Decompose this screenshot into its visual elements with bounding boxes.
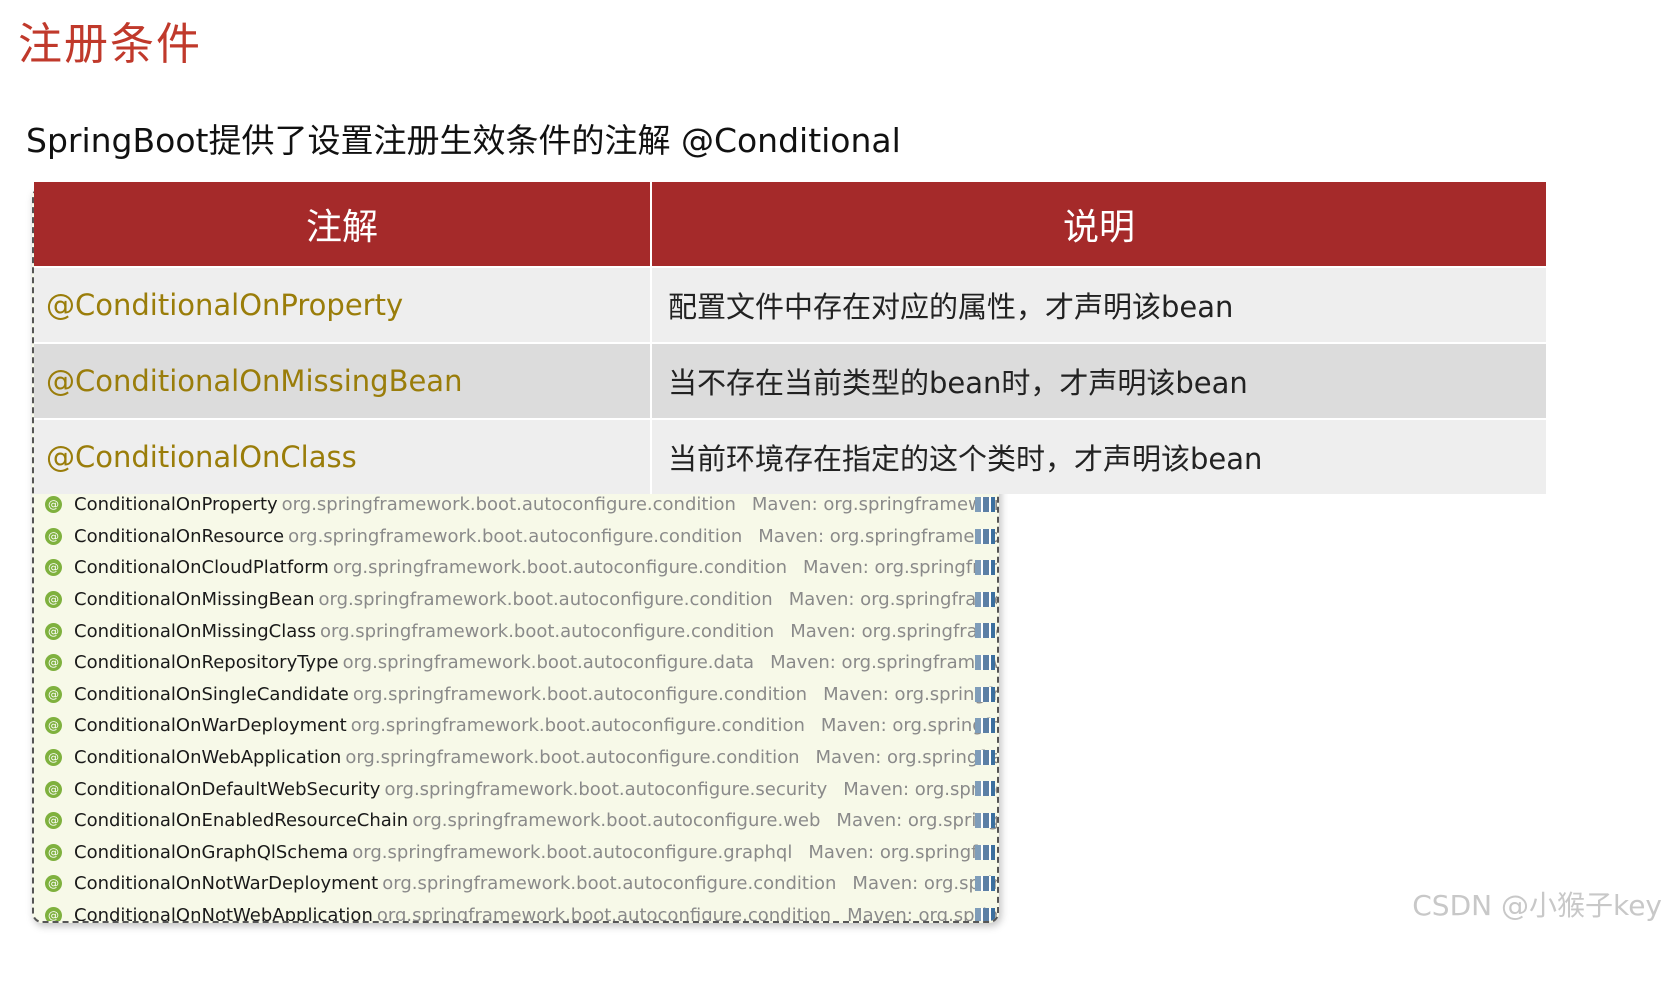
list-item[interactable]: @ ConditionalOnCloudPlatform org.springfra… — [34, 552, 997, 584]
suggestion-name: ConditionalOnNotWarDeployment — [74, 873, 379, 895]
suggestion-name: ConditionalOnGraphQlSchema — [74, 841, 349, 863]
suggestion-name: ConditionalOnCloudPlatform — [74, 557, 329, 579]
subtitle: SpringBoot提供了设置注册生效条件的注解 @Conditional — [26, 121, 901, 160]
annotation-icon: @ — [45, 527, 62, 545]
annotation-cell: @ConditionalOnMissingBean — [34, 344, 652, 418]
suggestion-name: ConditionalOnNotWebApplication — [74, 905, 373, 923]
list-item[interactable]: @ ConditionalOnNotWebApplication org.sprin… — [34, 900, 997, 923]
list-item[interactable]: @ ConditionalOnRepositoryType org.springfr… — [34, 647, 997, 679]
annotation-icon: @ — [45, 496, 62, 514]
suggestion-package: org.springframework.boot.autoconfigure.c… — [332, 557, 788, 579]
library-icon — [975, 591, 995, 607]
suggestion-library: Maven: org.springframewor... — [758, 525, 999, 547]
suggestion-package: org.springframework.boot.autoconfigure.c… — [318, 589, 773, 611]
autocomplete-list: @ ConditionalOnProperty org.springframewor… — [34, 489, 999, 923]
suggestion-name: ConditionalOnMissingClass — [74, 620, 316, 642]
suggestion-package: org.springframework.boot.autoconfigure.c… — [345, 747, 800, 769]
suggestion-name: ConditionalOnWebApplication — [74, 747, 342, 769]
suggestion-name: ConditionalOnWarDeployment — [74, 715, 347, 737]
library-icon — [975, 528, 995, 544]
description-cell: 当不存在当前类型的bean时，才声明该bean — [668, 366, 1248, 400]
annotation-icon: @ — [45, 717, 62, 735]
library-icon — [975, 781, 995, 797]
suggestion-library: Maven: org.springfra... — [823, 683, 999, 705]
list-item[interactable]: @ ConditionalOnSingleCandidate org.springf… — [34, 679, 997, 711]
library-icon — [975, 497, 995, 512]
annotation-icon: @ — [45, 591, 62, 609]
suggestion-library: Maven: org.springframew... — [770, 652, 999, 674]
annotation-icon: @ — [45, 843, 62, 861]
suggestion-name: ConditionalOnRepositoryType — [74, 652, 339, 674]
slide-title: 注册条件 — [18, 19, 202, 70]
annotation-cell: @ConditionalOnProperty — [34, 268, 652, 342]
library-icon — [975, 876, 995, 892]
library-icon — [975, 749, 995, 765]
suggestion-library: Maven: org.springfram... — [803, 557, 997, 579]
annotation-icon: @ — [45, 875, 62, 893]
list-item[interactable]: @ ConditionalOnMissingBean org.springframe… — [34, 584, 997, 616]
suggestion-package: org.springframework.boot.autoconfigure.s… — [384, 778, 828, 800]
library-icon — [975, 812, 995, 828]
library-icon — [975, 907, 995, 921]
suggestion-package: org.springframework.boot.autoconfigure.c… — [376, 905, 832, 923]
watermark: CSDN @小猴子key — [1412, 889, 1662, 922]
description-cell: 配置文件中存在对应的属性，才声明该bean — [668, 290, 1234, 324]
library-icon — [975, 560, 995, 576]
suggestion-library: Maven: org.springframe... — [788, 589, 999, 611]
list-item[interactable]: @ ConditionalOnEnabledResourceChain org.sp… — [34, 805, 997, 837]
annotation-icon: @ — [45, 559, 62, 577]
suggestion-library: Maven: org.springfram... — [808, 841, 997, 863]
annotation-cell: @ConditionalOnClass — [34, 420, 652, 494]
list-item[interactable]: @ ConditionalOnWebApplication org.springfr… — [34, 742, 997, 774]
suggestion-package: org.springframework.boot.autoconfigure.g… — [352, 841, 793, 863]
description-cell: 当前环境存在指定的这个类时，才声明该bean — [668, 442, 1263, 476]
library-icon — [975, 686, 995, 702]
suggestion-package: org.springframework.boot.autoconfigure.d… — [342, 652, 755, 674]
list-item[interactable]: @ ConditionalOnResource org.springframewor… — [34, 521, 997, 553]
suggestion-library: Maven: org.springfra... — [815, 747, 997, 769]
annotation-icon: @ — [45, 622, 62, 640]
table-row: @ConditionalOnClass 当前环境存在指定的这个类时，才声明该be… — [34, 418, 1546, 494]
suggestion-name: ConditionalOnEnabledResourceChain — [74, 810, 409, 832]
table-row: @ConditionalOnMissingBean 当不存在当前类型的bean时… — [34, 342, 1546, 418]
library-icon — [975, 718, 995, 734]
list-item[interactable]: @ ConditionalOnMissingClass org.springfram… — [34, 615, 997, 647]
list-item[interactable]: @ ConditionalOnWarDeployment org.springfra… — [34, 710, 997, 742]
list-item[interactable]: @ ConditionalOnNotWarDeployment org.spring… — [34, 868, 997, 900]
annotation-icon: @ — [45, 685, 62, 703]
library-icon — [975, 844, 995, 860]
list-item[interactable]: @ ConditionalOnDefaultWebSecurity org.spri… — [34, 773, 997, 805]
list-item[interactable]: @ ConditionalOnGraphQlSchema org.springfra… — [34, 837, 997, 869]
annotation-icon: @ — [45, 654, 62, 672]
annotation-icon: @ — [45, 780, 62, 798]
suggestion-name: ConditionalOnMissingBean — [74, 589, 315, 611]
suggestion-package: org.springframework.boot.autoconfigure.c… — [382, 873, 837, 895]
table-row: @ConditionalOnProperty 配置文件中存在对应的属性，才声明该… — [34, 266, 1546, 342]
suggestion-package: org.springframework.boot.autoconfigure.c… — [319, 620, 775, 642]
suggestion-package: org.springframework.boot.autoconfigure.c… — [288, 525, 743, 547]
library-icon — [975, 623, 995, 639]
suggestion-library: Maven: org.springframewor... — [751, 494, 999, 516]
table-header-row: 注解 说明 — [34, 182, 1546, 266]
suggestion-package: org.springframework.boot.autoconfigure.c… — [352, 683, 808, 705]
suggestion-package: org.springframework.boot.autoconfigure.c… — [281, 494, 736, 516]
suggestion-name: ConditionalOnDefaultWebSecurity — [74, 778, 381, 800]
annotation-icon: @ — [45, 812, 62, 830]
suggestion-library: Maven: org.springfra... — [820, 715, 997, 737]
header-annotation: 注解 — [34, 182, 652, 266]
header-description: 说明 — [1062, 207, 1135, 248]
annotation-icon: @ — [45, 749, 62, 767]
suggestion-package: org.springframework.boot.autoconfigure.w… — [412, 810, 821, 832]
suggestion-name: ConditionalOnResource — [74, 525, 285, 547]
suggestion-library: Maven: org.springframe... — [790, 620, 997, 642]
library-icon — [975, 654, 995, 670]
annotation-icon: @ — [45, 907, 62, 921]
suggestion-name: ConditionalOnProperty — [74, 494, 278, 516]
conditional-annotation-table: 注解 说明 @ConditionalOnProperty 配置文件中存在对应的属… — [34, 182, 1546, 494]
suggestion-package: org.springframework.boot.autoconfigure.c… — [350, 715, 805, 737]
suggestion-name: ConditionalOnSingleCandidate — [74, 683, 349, 705]
